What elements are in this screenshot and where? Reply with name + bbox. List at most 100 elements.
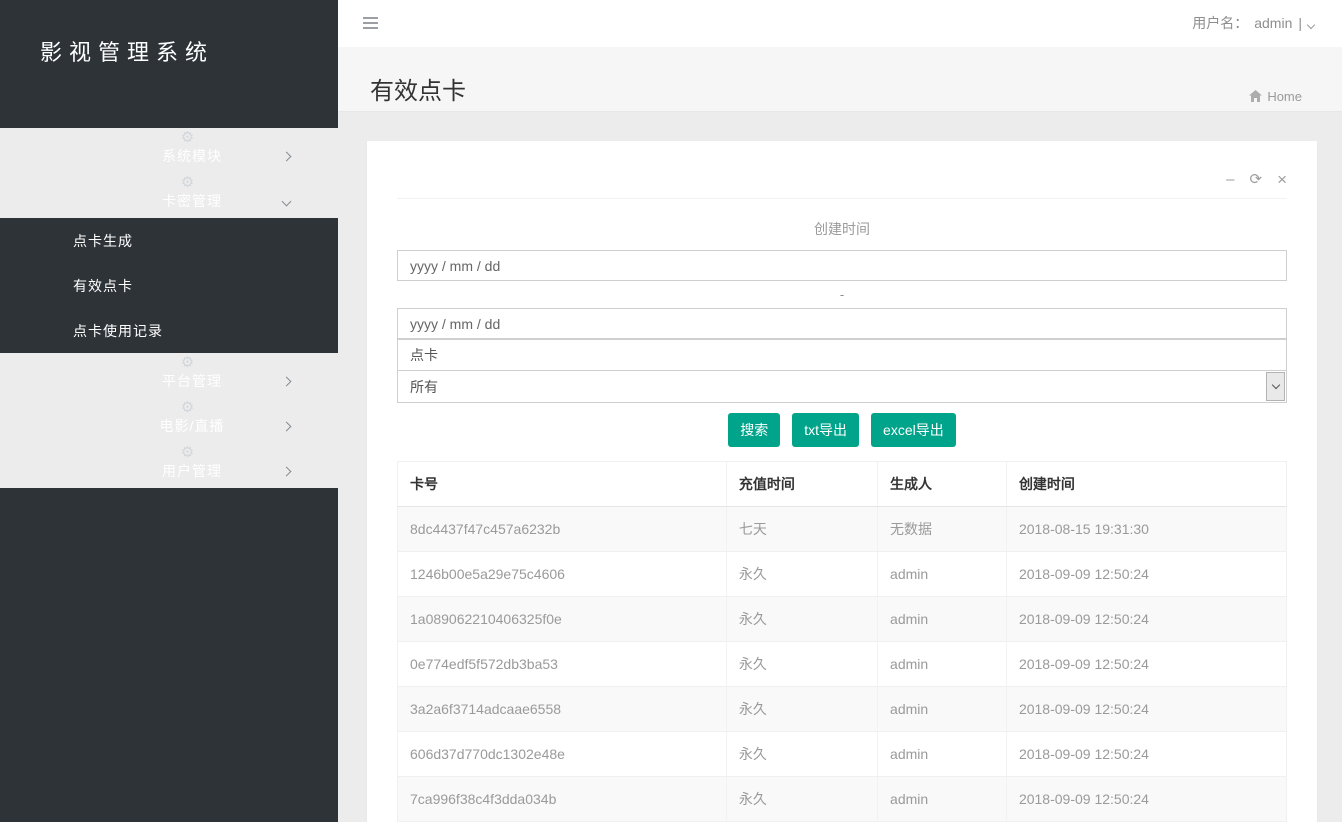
sidebar-item-label: 电影/直播 [160,416,225,436]
start-date-input[interactable] [397,250,1287,281]
main-area: 用户名： admin | 有效点卡 Home – ⟳ × 创建时间 [338,0,1342,822]
chevron-right-icon [283,417,290,433]
column-header-generator: 生成人 [878,462,1007,507]
sidebar-item-card-key-management[interactable]: ⚙ 卡密管理 [0,173,338,218]
panel-tools: – ⟳ × [367,141,1317,198]
date-range-separator: - [397,281,1287,308]
sidebar-item-label: 有效点卡 [73,276,133,296]
sidebar-item-card-usage-records[interactable]: 点卡使用记录 [0,308,338,353]
content-header: 有效点卡 Home [338,47,1342,112]
cell-created-time: 2018-08-15 19:31:30 [1006,507,1286,552]
excel-export-button[interactable]: excel导出 [871,413,956,447]
sidebar-item-label: 平台管理 [162,371,222,391]
gear-icon: ⚙ [179,353,197,371]
cell-generator: admin [878,777,1007,822]
end-date-input[interactable] [397,308,1287,339]
cell-card-number: 7ca996f38c4f3dda034b [398,777,727,822]
cell-created-time: 2018-09-09 12:50:24 [1006,552,1286,597]
cell-created-time: 2018-09-09 12:50:24 [1006,732,1286,777]
sidebar-item-system-modules[interactable]: ⚙ 系统模块 [0,128,338,173]
card-filter-select[interactable]: 所有 [397,370,1287,403]
gear-icon: ⚙ [179,173,197,191]
txt-export-button[interactable]: txt导出 [792,413,859,447]
table-row: 7ca996f38c4f3dda034b 永久 admin 2018-09-09… [398,777,1287,822]
sidebar-item-valid-cards[interactable]: 有效点卡 [0,263,338,308]
cell-card-number: 3a2a6f3714adcaae6558 [398,687,727,732]
cell-created-time: 2018-09-09 12:50:24 [1006,777,1286,822]
breadcrumb-label: Home [1267,89,1302,104]
sidebar: 影视管理系统 ⚙ 系统模块 ⚙ 卡密管理 点卡生成 有效点卡 点卡使用记录 ⚙ … [0,0,338,822]
breadcrumb-home[interactable]: Home [1249,89,1302,104]
column-header-recharge-time: 充值时间 [726,462,877,507]
topbar: 用户名： admin | [338,0,1342,47]
cell-card-number: 0e774edf5f572db3ba53 [398,642,727,687]
cell-generator: 无数据 [878,507,1007,552]
cell-generator: admin [878,732,1007,777]
table-row: 606d37d770dc1302e48e 永久 admin 2018-09-09… [398,732,1287,777]
select-value: 所有 [410,377,438,397]
sidebar-item-label: 用户管理 [162,461,222,481]
cell-generator: admin [878,642,1007,687]
sidebar-item-platform-management[interactable]: ⚙ 平台管理 [0,353,338,398]
user-menu[interactable]: 用户名： admin | [1192,13,1322,33]
cell-created-time: 2018-09-09 12:50:24 [1006,687,1286,732]
chevron-down-icon [283,192,290,208]
table-row: 1246b00e5a29e75c4606 永久 admin 2018-09-09… [398,552,1287,597]
sidebar-item-card-generate[interactable]: 点卡生成 [0,218,338,263]
card-type-value: 点卡 [410,345,438,365]
valid-cards-panel: – ⟳ × 创建时间 - 点卡 所有 [367,141,1317,822]
table-row: 3a2a6f3714adcaae6558 永久 admin 2018-09-09… [398,687,1287,732]
sidebar-item-label: 点卡生成 [73,231,133,251]
panel-body: 创建时间 - 点卡 所有 搜索 txt导出 excel导出 [367,199,1317,822]
sidebar-item-user-management[interactable]: ⚙ 用户管理 [0,443,338,488]
cell-generator: admin [878,552,1007,597]
hamburger-menu-icon[interactable] [363,10,379,36]
cell-card-number: 8dc4437f47c457a6232b [398,507,727,552]
sidebar-item-label: 系统模块 [162,146,222,166]
table-header-row: 卡号 充值时间 生成人 创建时间 [398,462,1287,507]
action-buttons: 搜索 txt导出 excel导出 [397,413,1287,447]
cards-table: 卡号 充值时间 生成人 创建时间 8dc4437f47c457a6232b 七天… [397,461,1287,822]
cell-recharge-time: 七天 [726,507,877,552]
created-time-label: 创建时间 [397,219,1287,239]
column-header-card-number: 卡号 [398,462,727,507]
gear-icon: ⚙ [179,128,197,146]
home-icon [1249,90,1262,102]
table-row: 1a089062210406325f0e 永久 admin 2018-09-09… [398,597,1287,642]
sidebar-item-movie-live[interactable]: ⚙ 电影/直播 [0,398,338,443]
chevron-down-icon [1308,15,1314,31]
cell-card-number: 606d37d770dc1302e48e [398,732,727,777]
cell-created-time: 2018-09-09 12:50:24 [1006,642,1286,687]
chevron-down-icon [1266,372,1285,401]
column-header-created-time: 创建时间 [1006,462,1286,507]
search-button[interactable]: 搜索 [728,413,780,447]
cell-recharge-time: 永久 [726,642,877,687]
content: – ⟳ × 创建时间 - 点卡 所有 [338,112,1342,822]
table-row: 8dc4437f47c457a6232b 七天 无数据 2018-08-15 1… [398,507,1287,552]
cell-generator: admin [878,687,1007,732]
cell-recharge-time: 永久 [726,552,877,597]
cell-recharge-time: 永久 [726,732,877,777]
username-value: admin [1254,15,1292,31]
page-title: 有效点卡 [370,71,1302,106]
cell-recharge-time: 永久 [726,597,877,642]
username-label: 用户名： [1192,13,1248,33]
chevron-right-icon [283,462,290,478]
refresh-icon[interactable]: ⟳ [1249,172,1262,187]
cell-created-time: 2018-09-09 12:50:24 [1006,597,1286,642]
table-row: 0e774edf5f572db3ba53 永久 admin 2018-09-09… [398,642,1287,687]
sidebar-item-label: 卡密管理 [162,191,222,211]
collapse-icon[interactable]: – [1226,172,1234,187]
cell-card-number: 1a089062210406325f0e [398,597,727,642]
cell-recharge-time: 永久 [726,687,877,732]
chevron-right-icon [283,372,290,388]
sidebar-item-label: 点卡使用记录 [73,321,163,341]
card-type-field[interactable]: 点卡 [397,339,1287,370]
cell-generator: admin [878,597,1007,642]
cell-recharge-time: 永久 [726,777,877,822]
app-title: 影视管理系统 [0,0,338,68]
close-icon[interactable]: × [1277,171,1287,188]
chevron-right-icon [283,147,290,163]
cell-card-number: 1246b00e5a29e75c4606 [398,552,727,597]
gear-icon: ⚙ [179,443,197,461]
